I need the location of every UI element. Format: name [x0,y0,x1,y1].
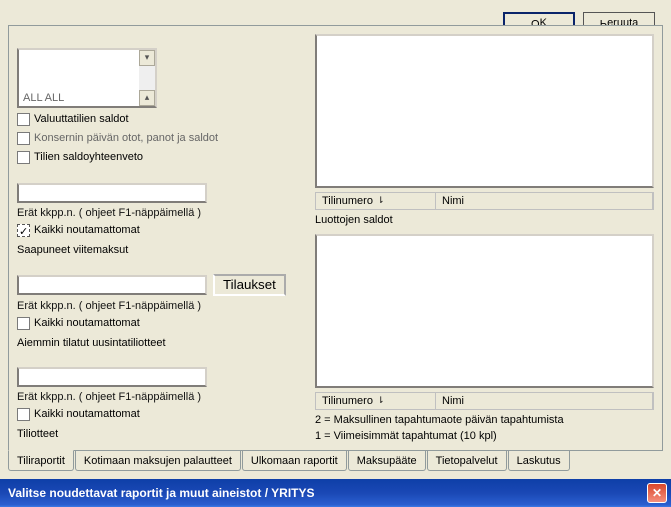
viitemaksut-kaikki-label: Kaikki noutamattomat [34,225,140,237]
tiliotteet-kaikki-checkbox[interactable] [17,408,30,421]
viitemaksut-heading: Saapuneet viitemaksut [17,244,128,256]
tilaukset-button[interactable]: Tilaukset [213,274,286,296]
right-note-2: 2 = Maksullinen tapahtumaote päivän tapa… [315,414,564,426]
listbox-content: ALL ALL [19,50,139,106]
sort-icon-bottom: ⇂ [377,196,385,207]
bottom-grid-body[interactable] [315,34,654,188]
accounts-listbox[interactable]: ALL ALL ▴ ▾ [17,48,157,108]
tiliotteet-heading: Tiliotteet [17,428,58,440]
luottojen-saldot-heading: Luottojen saldot [315,214,393,226]
titlebar: Valitse noudettavat raportit ja muut ain… [0,479,671,507]
viitemaksut-input[interactable] [17,183,207,203]
viitemaksut-note: Erät kkpp.n. ( ohjeet F1-näppäimellä ) [17,207,201,219]
tab-content: Tiliotteet Kaikki noutamattomat Erät kkp… [8,25,663,451]
window-title: Valitse noudettavat raportit ja muut ain… [8,486,647,500]
listbox-item-all: ALL ALL [23,92,135,104]
tab-laskutus[interactable]: Laskutus [508,451,570,471]
uusinta-heading: Aiemmin tilatut uusintatiliotteet [17,337,166,349]
tab-maksupaate[interactable]: Maksupääte [348,451,426,471]
tiliotteet-kaikki-label: Kaikki noutamattomat [34,409,140,421]
konserni-label: Konsernin päivän otot, panot ja saldot [34,133,218,145]
bottom-grid-header: Tilinumero ⇂ Nimi [315,192,654,210]
tab-strip: Tiliraportit Kotimaan maksujen palauttee… [8,451,663,471]
scroll-down-icon[interactable]: ▾ [139,50,155,66]
right-column: 1 = Viimeisimmät tapahtumat (10 kpl) 2 =… [315,34,654,442]
tiliotteet-input[interactable] [17,367,207,387]
tab-ulkomaan[interactable]: Ulkomaan raportit [242,451,347,471]
col-nimi-top[interactable]: Nimi [436,393,653,409]
col-tilinumero-bottom[interactable]: Tilinumero ⇂ [316,193,436,209]
konserni-checkbox[interactable] [17,132,30,145]
close-button[interactable]: ✕ [647,483,667,503]
uusinta-kaikki-checkbox[interactable] [17,317,30,330]
top-grid-header: Tilinumero ⇂ Nimi [315,392,654,410]
close-icon: ✕ [652,486,662,500]
uusinta-kaikki-label: Kaikki noutamattomat [34,318,140,330]
right-note-1: 1 = Viimeisimmät tapahtumat (10 kpl) [315,430,497,442]
tab-kotimaan[interactable]: Kotimaan maksujen palautteet [75,451,241,471]
uusinta-note: Erät kkpp.n. ( ohjeet F1-näppäimellä ) [17,300,201,312]
uusinta-input[interactable] [17,275,207,295]
listbox-scrollbar[interactable]: ▴ ▾ [139,50,155,106]
dialog-window: Valitse noudettavat raportit ja muut ain… [0,0,671,507]
viitemaksut-kaikki-checkbox[interactable] [17,224,30,237]
dialog-body: Tiliraportit Kotimaan maksujen palauttee… [0,0,671,479]
saldoyhteenveto-checkbox[interactable] [17,151,30,164]
scroll-track[interactable] [139,66,155,90]
saldoyhteenveto-label: Tilien saldoyhteenveto [34,152,143,164]
tab-tiliraportit[interactable]: Tiliraportit [8,450,74,471]
tiliotteet-note: Erät kkpp.n. ( ohjeet F1-näppäimellä ) [17,391,201,403]
col-tilinumero-top[interactable]: Tilinumero ⇂ [316,393,436,409]
left-column: Tiliotteet Kaikki noutamattomat Erät kkp… [17,34,309,442]
valuutta-label: Valuuttatilien saldot [34,114,129,126]
tab-tietopalvelut[interactable]: Tietopalvelut [427,451,507,471]
valuutta-checkbox[interactable] [17,113,30,126]
sort-icon: ⇂ [377,396,385,407]
col-nimi-bottom[interactable]: Nimi [436,193,653,209]
scroll-up-icon[interactable]: ▴ [139,90,155,106]
top-grid-body[interactable] [315,234,654,388]
